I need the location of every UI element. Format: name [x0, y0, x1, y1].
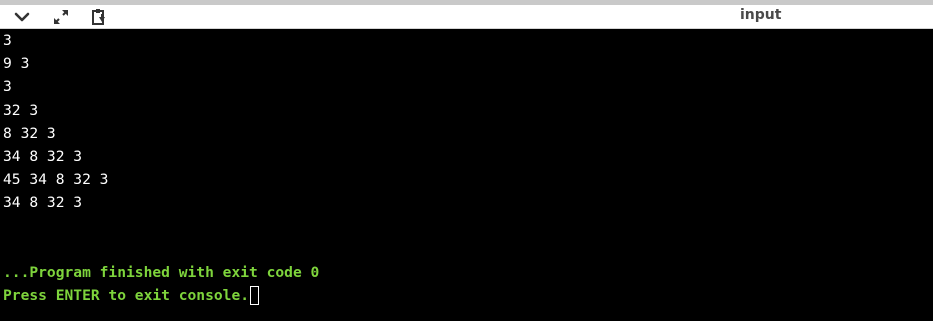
chevron-down-icon[interactable]: [11, 7, 33, 26]
output-line: 3: [3, 32, 12, 49]
console-output[interactable]: 3 9 3 3 32 3 8 32 3 34 8 32 3 45 34 8 32…: [0, 29, 933, 321]
exit-prompt-line: Press ENTER to exit console.: [3, 284, 933, 307]
output-line: 34 8 32 3: [3, 147, 83, 165]
output-line: 34 8 32 3: [3, 194, 83, 212]
output-line: 3: [3, 78, 12, 96]
console-window: input 3 9 3 3 32 3 8 32 3 34 8 32 3 45 3…: [0, 0, 933, 321]
tab-input[interactable]: input: [740, 5, 781, 28]
clipboard-icon[interactable]: [87, 7, 109, 26]
text-cursor[interactable]: [250, 286, 260, 306]
output-line: 32 3: [3, 101, 39, 119]
exit-code-message: ...Program finished with exit code 0: [3, 263, 320, 281]
console-toolbar: input: [0, 5, 933, 29]
output-line: 9 3: [3, 55, 30, 73]
output-line: 8 32 3: [3, 124, 56, 142]
expand-arrows-icon[interactable]: [50, 7, 72, 26]
exit-prompt-text: Press ENTER to exit console.: [3, 287, 250, 305]
output-line: 45 34 8 32 3: [3, 171, 109, 189]
